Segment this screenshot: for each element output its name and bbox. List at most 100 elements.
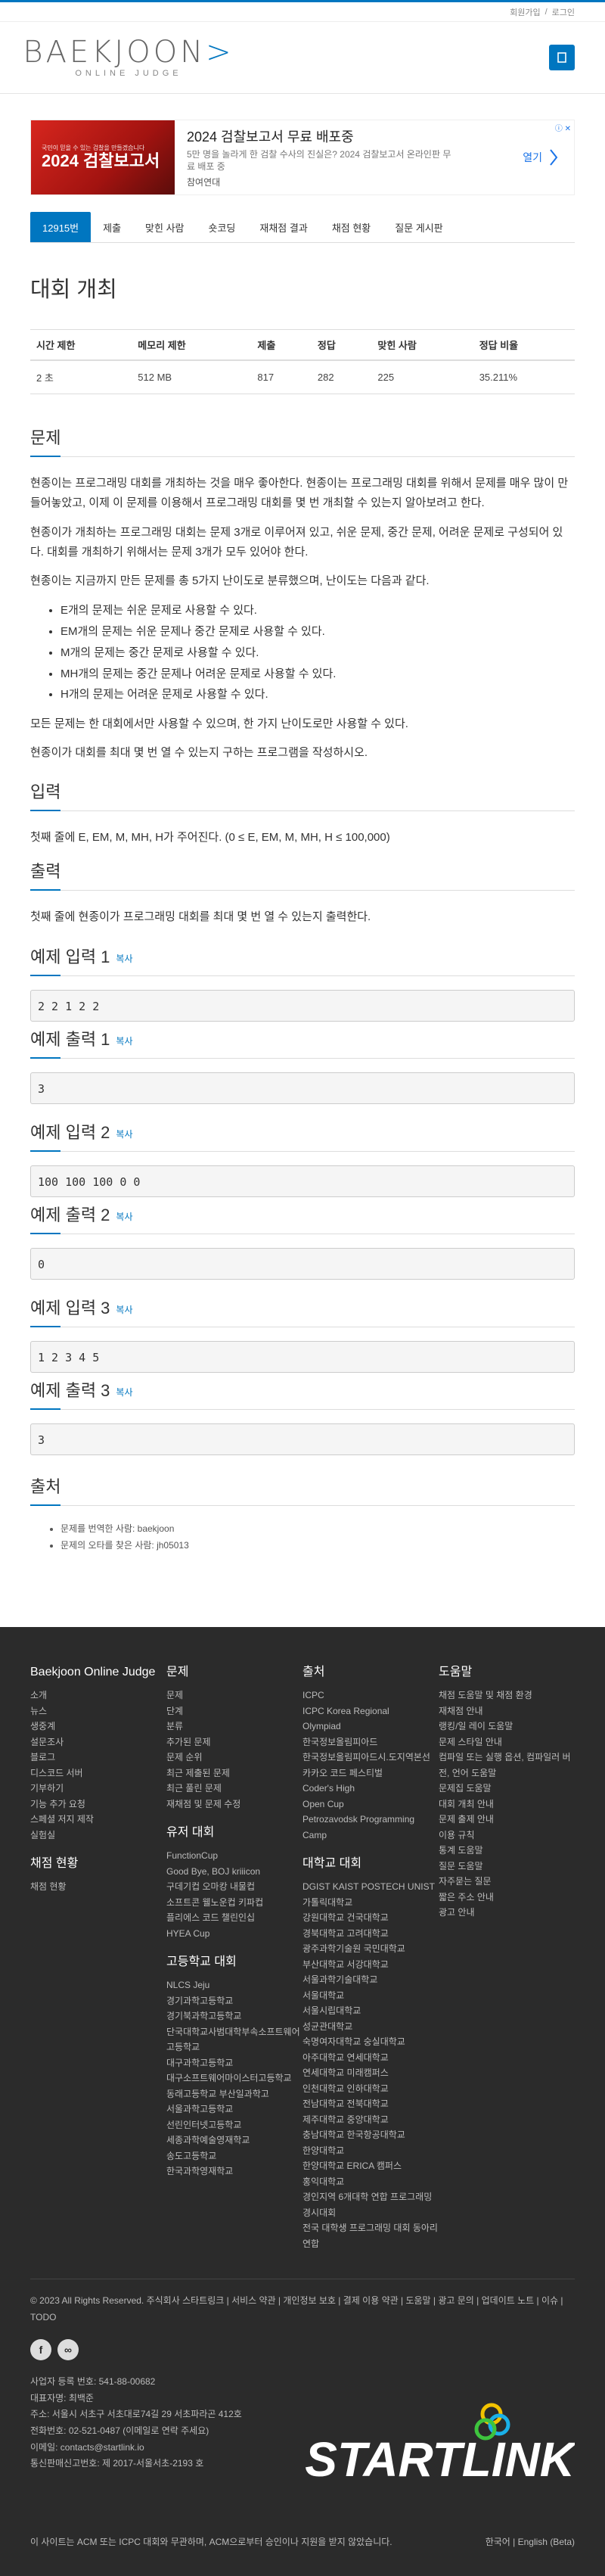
footer-link[interactable]: 설문조사 [30,1734,166,1750]
footer-link[interactable]: 서울과학기술대학교 [302,1972,439,1988]
footer-link[interactable]: Olympiad [302,1719,439,1734]
footer-link[interactable]: 재채점 안내 [439,1703,575,1719]
footer-link[interactable]: 채점 현황 [30,1879,166,1895]
footer-link[interactable]: 경북대학교 고려대학교 [302,1926,439,1942]
footer-link[interactable]: 세종과학예술영재학교 [166,2133,302,2148]
footer-link[interactable]: 경인지역 6개대학 연합 프로그래밍 경시대회 [302,2189,439,2220]
footer-link[interactable]: Petrozavodsk Programming Camp [302,1812,439,1843]
footer-link[interactable]: 분류 [166,1719,302,1734]
footer-link[interactable]: 서울시립대학교 [302,2003,439,2019]
footer-link[interactable]: 기능 추가 요청 [30,1797,166,1812]
footer-link[interactable]: 문제집 도움말 [439,1781,575,1797]
tab-board[interactable]: 질문 게시판 [383,212,455,242]
footer-link[interactable]: FunctionCup [166,1848,302,1864]
tab-short-coding[interactable]: 숏코딩 [197,212,248,242]
copy-button[interactable]: 복사 [116,1305,132,1315]
ad-open-button[interactable]: 열기 [523,148,559,167]
footer-link[interactable]: HYEA Cup [166,1926,302,1942]
language-switch[interactable]: 한국어 | English (Beta) [486,2535,575,2548]
login-link[interactable]: 로그인 [552,6,575,18]
footer-link[interactable]: 질문 도움말 [439,1859,575,1874]
footer-link[interactable]: 생중계 [30,1719,166,1734]
menu-button[interactable] [549,45,575,70]
list-item[interactable]: 문제를 번역한 사람: baekjoon [60,1521,575,1538]
footer-link[interactable]: 단계 [166,1703,302,1719]
footer-link[interactable]: 기부하기 [30,1781,166,1797]
site-logo[interactable]: BAEKJOON> ONLINE JUDGE [23,37,231,78]
footer-link[interactable]: 부산대학교 서강대학교 [302,1957,439,1973]
ad-banner[interactable]: 국민이 믿을 수 있는 검찰을 만들겠습니다 2024 검찰보고서 2024 검… [30,120,575,195]
footer-link[interactable]: 인천대학교 인하대학교 [302,2081,439,2097]
facebook-icon[interactable]: f [30,2339,51,2361]
list-item[interactable]: 문제의 오타를 찾은 사람: jh05013 [60,1538,575,1554]
footer-link[interactable]: 문제 [166,1688,302,1703]
footer-link[interactable]: 짧은 주소 안내 [439,1890,575,1906]
footer-link[interactable]: 단국대학교사범대학부속소프트웨어고등학교 [166,2024,302,2055]
footer-link[interactable]: 실험실 [30,1828,166,1843]
footer-link[interactable]: 광주과학기술원 국민대학교 [302,1941,439,1957]
footer-link[interactable]: 카카오 코드 페스티벌 [302,1766,439,1781]
footer-link[interactable]: Coder's High [302,1781,439,1797]
footer-link[interactable]: 한양대학교 ERICA 캠퍼스 [302,2158,439,2174]
footer-link[interactable]: 채점 도움말 및 채점 환경 [439,1688,575,1703]
footer-link[interactable]: 문제 출제 안내 [439,1812,575,1828]
footer-link[interactable]: 선린인터넷고등학교 [166,2117,302,2133]
footer-link[interactable]: 충남대학교 한국항공대학교 [302,2127,439,2143]
footer-link[interactable]: 소개 [30,1688,166,1703]
footer-link[interactable]: ICPC Korea Regional [302,1703,439,1719]
signup-link[interactable]: 회원가입 [510,6,540,18]
footer-link[interactable]: 컴파일 또는 실행 옵션, 컴파일러 버전, 언어 도움말 [439,1750,575,1781]
footer-link[interactable]: 한국과학영재학교 [166,2164,302,2179]
copy-button[interactable]: 복사 [116,1036,132,1047]
footer-link[interactable]: 디스코드 서버 [30,1766,166,1781]
footer-link[interactable]: 한국정보올림피아드 [302,1734,439,1750]
footer-link[interactable]: 전남대학교 전북대학교 [302,2096,439,2112]
footer-link[interactable]: 서울대학교 [302,1988,439,2004]
footer-link[interactable]: 홍익대학교 [302,2174,439,2190]
footer-link[interactable]: 플리에스 코드 챌린인십 [166,1910,302,1926]
footer-link[interactable]: 한국정보올림피아드시.도지역본선 [302,1750,439,1766]
footer-link[interactable]: 스페셜 저지 제작 [30,1812,166,1828]
footer-link[interactable]: Open Cup [302,1797,439,1812]
footer-link[interactable]: ICPC [302,1688,439,1703]
footer-link[interactable]: NLCS Jeju [166,1977,302,1993]
footer-link[interactable]: 블로그 [30,1750,166,1766]
footer-link[interactable]: 강원대학교 건국대학교 [302,1910,439,1926]
footer-link[interactable]: 광고 안내 [439,1905,575,1921]
footer-link[interactable]: 랭킹/일 레이 도움말 [439,1719,575,1734]
footer-link[interactable]: DGIST KAIST POSTECH UNIST 가톨릭대학교 [302,1879,439,1910]
tab-submit[interactable]: 제출 [91,212,133,242]
footer-link[interactable]: 경기북과학고등학교 [166,2008,302,2024]
copy-button[interactable]: 복사 [116,954,132,964]
tab-solved-users[interactable]: 맞힌 사람 [133,212,196,242]
copy-button[interactable]: 복사 [116,1212,132,1222]
footer-link[interactable]: 대구과학고등학교 [166,2055,302,2071]
footer-link[interactable]: 한양대학교 [302,2143,439,2159]
footer-link[interactable]: 뉴스 [30,1703,166,1719]
footer-link[interactable]: 문제 순위 [166,1750,302,1766]
footer-link[interactable]: 통계 도움말 [439,1843,575,1859]
footer-link[interactable]: 최근 풀린 문제 [166,1781,302,1797]
footer-link[interactable]: 서울과학고등학교 [166,2102,302,2117]
footer-link[interactable]: 동래고등학교 부산일과학고 [166,2086,302,2102]
footer-link[interactable]: 소프트콘 웰노운컵 키파컵 [166,1895,302,1911]
footer-link[interactable]: 대구소프트웨어마이스터고등학교 [166,2070,302,2086]
copy-button[interactable]: 복사 [116,1387,132,1398]
footer-link[interactable]: 문제 스타일 안내 [439,1734,575,1750]
tab-status[interactable]: 채점 현황 [320,212,383,242]
footer-link[interactable]: 제주대학교 중앙대학교 [302,2112,439,2128]
footer-link[interactable]: 추가된 문제 [166,1734,302,1750]
copy-button[interactable]: 복사 [116,1129,132,1140]
footer-link[interactable]: 자주묻는 질문 [439,1874,575,1890]
footer-link[interactable]: 아주대학교 연세대학교 [302,2050,439,2066]
footer-link[interactable]: 전국 대학생 프로그래밍 대회 동아리 연합 [302,2220,439,2251]
footer-link[interactable]: 구데기컵 오마캉 내물컵 [166,1879,302,1895]
footer-link[interactable]: 연세대학교 미래캠퍼스 [302,2065,439,2081]
tab-rejudge[interactable]: 재채점 결과 [247,212,319,242]
footer-link[interactable]: 이용 규칙 [439,1828,575,1843]
adchoices-icon[interactable]: ⓘ ✕ [555,122,571,133]
footer-link[interactable]: Good Bye, BOJ kriiicon [166,1864,302,1880]
footer-link[interactable]: 대회 개최 안내 [439,1797,575,1812]
tab-problem[interactable]: 12915번 [30,212,92,242]
footer-link[interactable]: 최근 제출된 문제 [166,1766,302,1781]
